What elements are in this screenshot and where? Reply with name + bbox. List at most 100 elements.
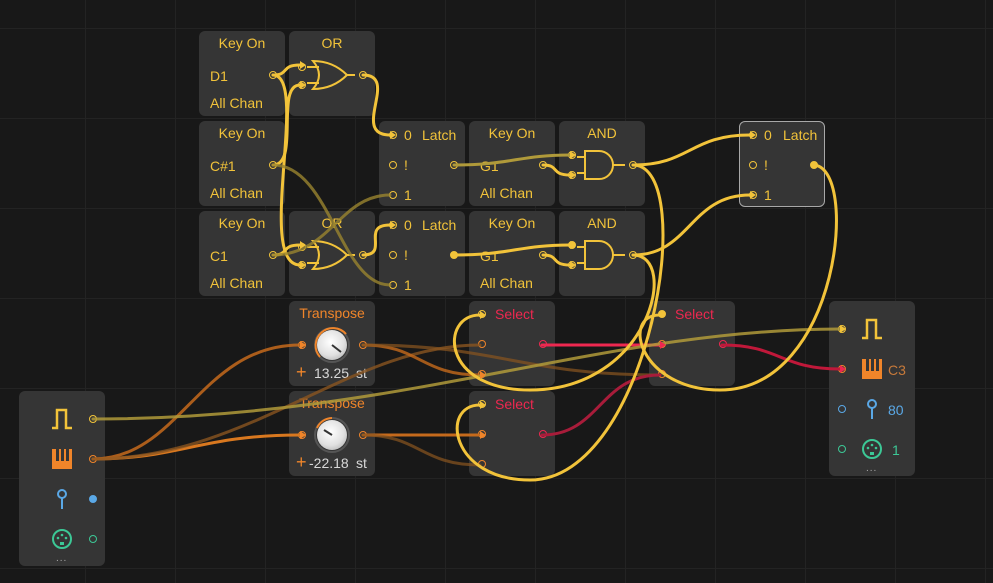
- output-port[interactable]: [450, 251, 458, 259]
- input-port[interactable]: [298, 63, 306, 71]
- note-input-b-port[interactable]: [658, 370, 666, 378]
- output-port[interactable]: [629, 251, 637, 259]
- node-title: AND: [587, 125, 617, 141]
- more-indicator[interactable]: ...: [56, 553, 67, 564]
- note-value: G1: [480, 248, 499, 264]
- note-in-node[interactable]: ...: [19, 391, 105, 566]
- toggle-input-port[interactable]: [749, 161, 757, 169]
- gate-input-port[interactable]: [478, 400, 486, 408]
- set-input-label: 1: [764, 187, 772, 203]
- transpose-node-2[interactable]: Transpose + -22.18 st: [289, 391, 375, 476]
- select-title: Select: [495, 306, 534, 322]
- note-input-b-port[interactable]: [478, 370, 486, 378]
- input-port[interactable]: [298, 243, 306, 251]
- or-node-2[interactable]: OR: [289, 211, 375, 296]
- output-port[interactable]: [539, 161, 547, 169]
- piano-keys-icon: [862, 359, 882, 379]
- reset-input-label: 0: [404, 127, 412, 143]
- or-gate-icon: [307, 239, 355, 271]
- note-input-a-port[interactable]: [478, 430, 486, 438]
- note-input-a-port[interactable]: [658, 340, 666, 348]
- toggle-input-label: !: [404, 247, 408, 263]
- latch-node-2[interactable]: Latch 0 ! 1: [379, 211, 465, 296]
- output-port[interactable]: [539, 251, 547, 259]
- key-on-node-g1-a[interactable]: Key On G1 All Chan: [469, 121, 555, 206]
- gate-input-port[interactable]: [658, 310, 666, 318]
- wire-transpose2-to-select2-b: [361, 433, 482, 467]
- gate-input-port[interactable]: [478, 310, 486, 318]
- and-gate-icon: [577, 240, 625, 270]
- input-port[interactable]: [298, 81, 306, 89]
- output-port[interactable]: [269, 71, 277, 79]
- output-port[interactable]: [539, 340, 547, 348]
- note-input-port[interactable]: [298, 431, 306, 439]
- toggle-input-label: !: [764, 157, 768, 173]
- node-title: AND: [587, 215, 617, 231]
- offset-sign: +: [296, 362, 307, 382]
- transpose-value[interactable]: 13.25: [314, 365, 349, 381]
- latch-node-3-selected[interactable]: Latch 0 ! 1: [739, 121, 825, 207]
- latch-title: Latch: [783, 127, 818, 143]
- toggle-input-port[interactable]: [389, 251, 397, 259]
- transpose-value[interactable]: -22.18: [309, 455, 349, 471]
- piano-keys-icon: [52, 449, 72, 469]
- and-node-2[interactable]: AND: [559, 211, 645, 296]
- note-out-node[interactable]: C3 80 1 ...: [829, 301, 915, 476]
- velocity-output-port[interactable]: [89, 495, 97, 503]
- latch-node-1[interactable]: Latch 0 ! 1: [379, 121, 465, 206]
- channel-value: 1: [892, 442, 900, 458]
- output-port[interactable]: [539, 430, 547, 438]
- channel-value: All Chan: [480, 275, 533, 291]
- note-input-b-port[interactable]: [478, 460, 486, 468]
- wire-select2-to-select3: [540, 373, 662, 437]
- select-node-1[interactable]: Select: [469, 301, 555, 386]
- select-node-3[interactable]: Select: [649, 301, 735, 386]
- key-on-node-c1[interactable]: Key On C1 All Chan: [199, 211, 285, 296]
- input-port[interactable]: [568, 241, 576, 249]
- reset-input-port[interactable]: [749, 131, 757, 139]
- offset-sign: +: [296, 452, 307, 472]
- output-port[interactable]: [719, 340, 727, 348]
- more-indicator[interactable]: ...: [866, 463, 877, 474]
- and-node-1[interactable]: AND: [559, 121, 645, 206]
- note-output-port[interactable]: [359, 341, 367, 349]
- note-input-port[interactable]: [298, 341, 306, 349]
- input-port[interactable]: [568, 261, 576, 269]
- pitch-input-port[interactable]: [838, 365, 846, 373]
- or-node-1[interactable]: OR: [289, 31, 375, 116]
- wire-pitch-to-select1: [91, 343, 482, 461]
- output-port[interactable]: [269, 251, 277, 259]
- input-port[interactable]: [568, 171, 576, 179]
- set-input-label: 1: [404, 277, 412, 293]
- note-input-a-port[interactable]: [478, 340, 486, 348]
- key-on-node-d1[interactable]: Key On D1 All Chan: [199, 31, 285, 116]
- input-port[interactable]: [568, 151, 576, 159]
- gate-input-port[interactable]: [838, 325, 846, 333]
- channel-output-port[interactable]: [89, 535, 97, 543]
- pitch-value: C3: [888, 362, 906, 378]
- reset-input-port[interactable]: [389, 131, 397, 139]
- set-input-port[interactable]: [389, 281, 397, 289]
- output-port[interactable]: [450, 161, 458, 169]
- toggle-input-label: !: [404, 157, 408, 173]
- output-port[interactable]: [359, 251, 367, 259]
- pitch-output-port[interactable]: [89, 455, 97, 463]
- set-input-port[interactable]: [749, 191, 757, 199]
- select-node-2[interactable]: Select: [469, 391, 555, 476]
- set-input-port[interactable]: [389, 191, 397, 199]
- output-port[interactable]: [359, 71, 367, 79]
- output-port[interactable]: [810, 161, 818, 169]
- reset-input-port[interactable]: [389, 221, 397, 229]
- key-on-node-g1-b[interactable]: Key On G1 All Chan: [469, 211, 555, 296]
- latch-title: Latch: [422, 127, 457, 143]
- toggle-input-port[interactable]: [389, 161, 397, 169]
- gate-output-port[interactable]: [89, 415, 97, 423]
- key-on-node-c-sharp-1[interactable]: Key On C#1 All Chan: [199, 121, 285, 206]
- transpose-node-1[interactable]: Transpose + 13.25 st: [289, 301, 375, 386]
- channel-input-port[interactable]: [838, 445, 846, 453]
- output-port[interactable]: [629, 161, 637, 169]
- note-output-port[interactable]: [359, 431, 367, 439]
- output-port[interactable]: [269, 161, 277, 169]
- input-port[interactable]: [298, 261, 306, 269]
- velocity-input-port[interactable]: [838, 405, 846, 413]
